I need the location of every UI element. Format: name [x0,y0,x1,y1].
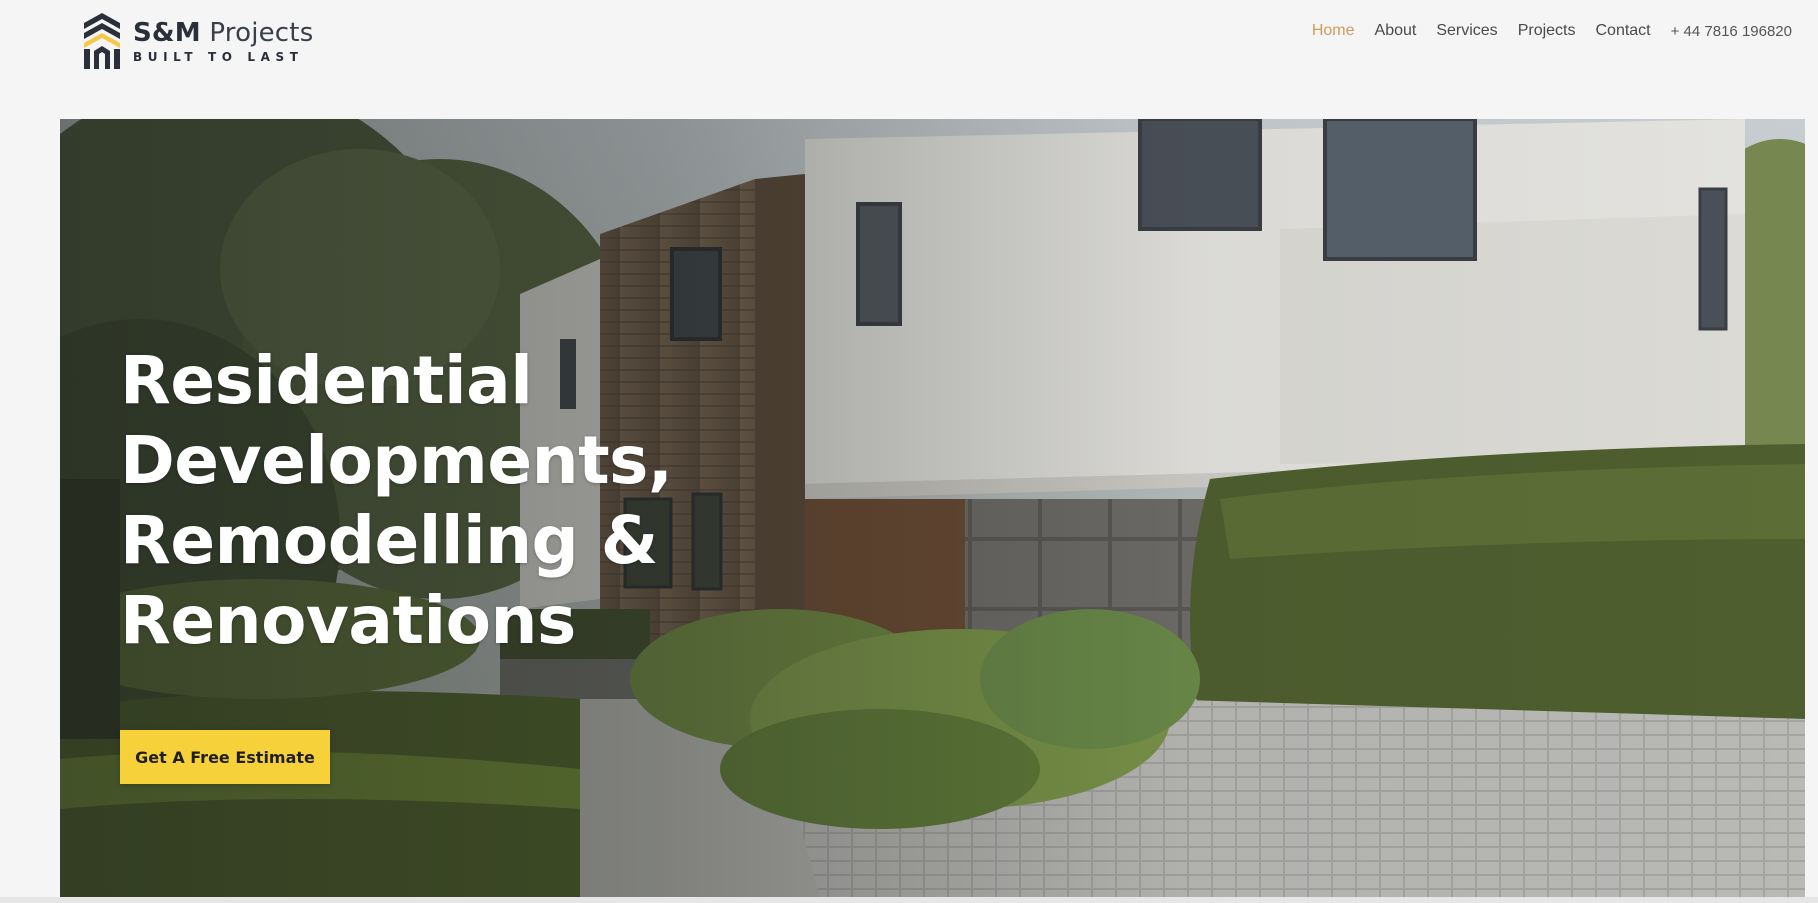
brand-name: S&M Projects [133,18,313,48]
logo-text: S&M Projects BUILT TO LAST [133,18,313,64]
nav-home-link[interactable]: Home [1312,22,1355,40]
site-logo[interactable]: S&M Projects BUILT TO LAST [84,12,313,70]
house-chevron-logo-icon [84,13,120,69]
get-free-estimate-button[interactable]: Get A Free Estimate [120,730,330,784]
main-nav: Home About Services Projects Contact + 4… [1312,22,1792,40]
nav-projects-link[interactable]: Projects [1518,22,1576,40]
brand-name-light: Projects [209,18,314,48]
nav-about-link[interactable]: About [1375,22,1417,40]
site-header: S&M Projects BUILT TO LAST Home About Se… [0,0,1818,110]
page-bottom-edge [0,897,1818,903]
hero-title: Residential Developments, Remodelling & … [120,341,760,661]
page: S&M Projects BUILT TO LAST Home About Se… [0,0,1818,903]
brand-tagline: BUILT TO LAST [133,50,304,64]
brand-name-bold: S&M [133,18,201,48]
hero-title-line: Renovations [120,582,576,659]
hero-title-line: Remodelling & [120,502,658,579]
nav-services-link[interactable]: Services [1436,22,1497,40]
nav-contact-link[interactable]: Contact [1595,22,1650,40]
nav-phone-link[interactable]: + 44 7816 196820 [1671,23,1792,40]
hero-title-line: Residential [120,342,533,419]
hero-title-line: Developments, [120,422,673,499]
hero-section: Residential Developments, Remodelling & … [60,119,1805,897]
